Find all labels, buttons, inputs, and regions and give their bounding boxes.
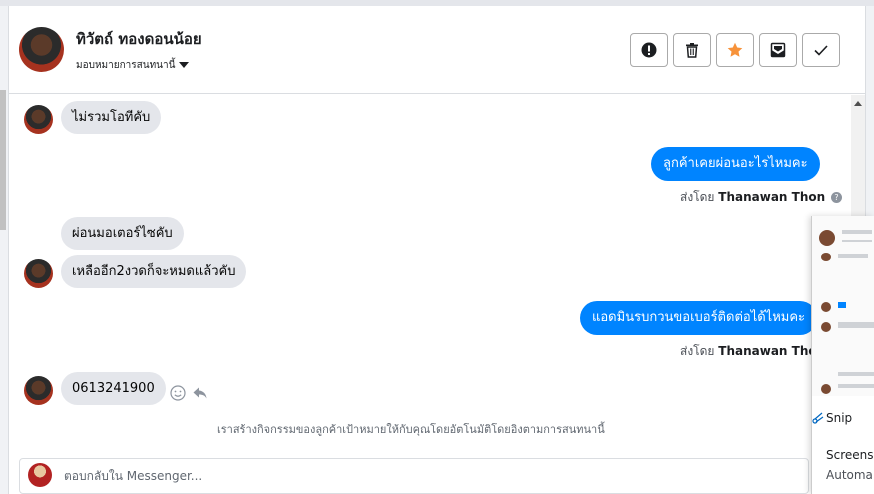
action-toolbar	[630, 33, 840, 67]
screenshot-thumbnail[interactable]	[812, 216, 874, 396]
sent-by-label: ส่งโดย Thanawan Thon ?	[680, 188, 842, 207]
check-icon	[814, 45, 828, 56]
incoming-message[interactable]: 0613241900	[61, 372, 166, 405]
thumb-avatar	[821, 384, 831, 394]
screenshot-title: Screens	[826, 448, 874, 462]
contact-name[interactable]: ทิวัตถ์ ทองดอนน้อย	[76, 27, 202, 51]
automation-notice: เราสร้างกิจกรรมของลูกค้าเป้าหมายให้กับคุ…	[217, 423, 605, 436]
mark-unread-button[interactable]	[759, 33, 797, 67]
contact-avatar[interactable]	[19, 27, 64, 72]
thumb-line	[838, 372, 874, 376]
contact-avatar-small	[24, 105, 53, 134]
done-button[interactable]	[802, 33, 840, 67]
message-actions	[170, 385, 208, 401]
contact-avatar-small	[24, 376, 53, 405]
thumb-line	[838, 254, 868, 258]
reply-composer[interactable]: ตอบกลับใน Messenger...	[19, 458, 809, 494]
thumb-avatar	[821, 302, 831, 312]
thumb-line	[838, 322, 874, 328]
outgoing-message[interactable]: ลูกค้าเคยผ่อนอะไรไหมคะ	[651, 147, 820, 181]
outer-scrollbar-thumb[interactable]	[0, 90, 6, 230]
sent-by-prefix: ส่งโดย	[680, 190, 715, 204]
trash-icon	[686, 43, 698, 58]
scroll-up-arrow-icon[interactable]	[854, 101, 862, 106]
incoming-message[interactable]: เหลืออีก2งวดก็จะหมดแล้วคับ	[61, 255, 247, 288]
delete-button[interactable]	[673, 33, 711, 67]
reply-icon[interactable]	[192, 385, 208, 401]
incoming-message[interactable]: ไม่รวมโอทีคับ	[61, 101, 162, 134]
conversation-header: ทิวัตถ์ ทองดอนน้อย มอบหมายการสนทนานี้	[9, 6, 865, 94]
thumb-avatar	[821, 322, 831, 332]
thumb-line	[842, 230, 872, 234]
exclamation-icon	[641, 42, 657, 58]
star-button[interactable]	[716, 33, 754, 67]
screenshot-subtitle: Automa	[826, 468, 873, 482]
page-avatar	[28, 463, 52, 487]
contact-avatar-small	[24, 259, 53, 288]
sent-by-name: Thanawan Thon	[718, 344, 826, 358]
thumb-avatar	[821, 253, 831, 261]
star-icon	[727, 42, 743, 57]
smiley-icon[interactable]	[170, 385, 186, 401]
sent-by-label: ส่งโดย Thanawan Thon	[680, 342, 825, 361]
thumb-like	[838, 302, 846, 308]
caret-down-icon	[179, 62, 190, 68]
sent-by-name: Thanawan Thon	[718, 190, 826, 204]
question-icon[interactable]: ?	[831, 192, 842, 203]
sent-by-prefix: ส่งโดย	[680, 344, 715, 358]
snip-label[interactable]: Snip	[826, 411, 852, 425]
thumb-avatar	[819, 230, 835, 246]
conversation-panel: ทิวัตถ์ ทองดอนน้อย มอบหมายการสนทนานี้ ไม…	[8, 6, 866, 494]
assign-label: มอบหมายการสนทนานี้	[76, 60, 176, 71]
envelope-icon	[770, 42, 786, 58]
outgoing-message[interactable]: แอดมินรบกวนขอเบอร์ติดต่อได้ไหมคะ	[580, 301, 818, 335]
thumb-line	[838, 384, 874, 388]
thumb-line	[842, 240, 872, 242]
reply-input[interactable]: ตอบกลับใน Messenger...	[64, 467, 202, 486]
snip-popup[interactable]: Snip Screens Automa	[811, 216, 874, 494]
incoming-message[interactable]: ผ่อนมอเตอร์ไซคับ	[61, 217, 184, 250]
assign-conversation-dropdown[interactable]: มอบหมายการสนทนานี้	[76, 58, 190, 73]
spam-button[interactable]	[630, 33, 668, 67]
scissors-icon	[812, 412, 824, 424]
